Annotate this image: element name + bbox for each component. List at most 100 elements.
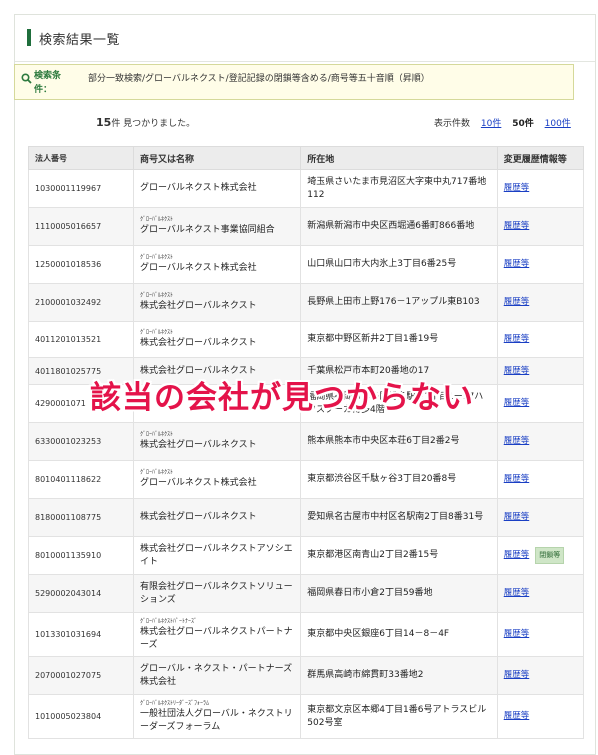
panel-header: 検索結果一覧	[15, 15, 595, 62]
table-row: 8010401118622 ｸﾞﾛｰﾊﾞﾙﾈｸｽﾄ グローバルネクスト株式会社 東京都…	[28, 460, 585, 499]
header-history: 変更履歴情報等	[496, 146, 585, 170]
cell-corporate-number: 1110005016657	[28, 207, 134, 246]
cell-corporate-number: 8010001135910	[28, 536, 134, 575]
title-accent-bar	[27, 29, 31, 46]
history-link[interactable]: 履歴等	[504, 588, 530, 598]
cell-history: 履歴等	[496, 694, 585, 739]
cell-address: 埼玉県さいたま市見沼区大字東中丸717番地112	[300, 169, 498, 208]
result-count-number: 15	[96, 116, 112, 129]
cell-history: 履歴等	[496, 574, 585, 613]
cell-address: 長野県上田市上野176－1アップル東B103	[300, 283, 498, 322]
cell-corporate-number: 8180001108775	[28, 498, 134, 537]
cell-corporate-number: 5290002043014	[28, 574, 134, 613]
table-row: 1010005023804 ｸﾞﾛｰﾊﾞﾙﾈｸｽﾄﾘｰﾀﾞｰｽﾞﾌｫｰﾗﾑ 一般社団…	[28, 694, 585, 739]
name-kana: ｸﾞﾛｰﾊﾞﾙﾈｸｽﾄ	[139, 329, 173, 336]
table-row: 8180001108775 株式会社グローバルネクスト 愛知県名古屋市中村区名駅南2…	[28, 498, 585, 537]
history-link[interactable]: 履歴等	[504, 670, 530, 680]
name-kana: ｸﾞﾛｰﾊﾞﾙﾈｸｽﾄﾘｰﾀﾞｰｽﾞﾌｫｰﾗﾑ	[139, 699, 209, 707]
cell-corporate-number: 6330001023253	[28, 422, 134, 461]
conditions-text: 部分一致検索/グローバルネクスト/登記記録の閉鎖等含める/商号等五十音順（昇順）	[88, 74, 430, 84]
history-link[interactable]: 履歴等	[504, 366, 530, 376]
history-link[interactable]: 履歴等	[504, 398, 530, 408]
name-text: 一般社団法人グローバル・ネクストリーダーズフォーラム	[139, 708, 293, 732]
table-header-row: 法人番号 商号又は名称 所在地 変更履歴情報等	[28, 146, 585, 170]
cell-corporate-number: 2070001027075	[28, 656, 134, 695]
history-link[interactable]: 履歴等	[504, 221, 530, 231]
cell-address: 新潟県新潟市中央区西堀通6番町866番地	[300, 207, 498, 246]
name-text: グローバルネクスト株式会社	[139, 183, 257, 193]
cell-address: 群馬県高崎市綿貫町33番地2	[300, 656, 498, 695]
cell-name: ｸﾞﾛｰﾊﾞﾙﾈｸｽﾄ グローバルネクスト株式会社	[132, 245, 302, 284]
cell-name: ｸﾞﾛｰﾊﾞﾙﾈｸｽﾄ 株式会社グローバルネクスト	[132, 283, 302, 322]
name-kana: ｸﾞﾛｰﾊﾞﾙﾈｸｽﾄ	[139, 431, 173, 438]
cell-corporate-number: 8010401118622	[28, 460, 134, 499]
cell-name: ｸﾞﾛｰﾊﾞﾙﾈｸｽﾄ 株式会社グローバルネクスト	[132, 321, 302, 358]
cell-corporate-number: 1013301031694	[28, 612, 134, 657]
cell-corporate-number: 4011201013521	[28, 321, 134, 358]
search-icon	[21, 69, 32, 84]
cell-name: ｸﾞﾛｰﾊﾞﾙﾈｸｽﾄ グローバルネクスト事業協同組合	[132, 207, 302, 246]
name-kana: ｸﾞﾛｰﾊﾞﾙﾈｸｽﾄ	[139, 469, 173, 476]
per-page-label: 表示件数	[434, 119, 471, 129]
cell-corporate-number: 2100001032492	[28, 283, 134, 322]
cell-name: グローバル・ネクスト・パートナーズ株式会社	[132, 656, 302, 695]
name-text: グローバルネクスト事業協同組合	[139, 225, 275, 235]
name-text: グローバルネクスト株式会社	[139, 263, 257, 273]
history-link[interactable]: 履歴等	[504, 259, 530, 269]
result-count: 15件 見つかりました。	[96, 116, 195, 129]
name-text: 株式会社グローバルネクスト	[139, 301, 257, 311]
cell-name: ｸﾞﾛｰﾊﾞﾙﾈｸｽﾄ グローバルネクスト株式会社	[132, 460, 302, 499]
conditions-label: 検索条件：	[34, 71, 62, 95]
cell-address: 愛知県名古屋市中村区名駅南2丁目8番31号	[300, 498, 498, 537]
cell-address: 東京都中央区銀座6丁目14－8－4F	[300, 612, 498, 657]
cell-history: 履歴等 閉鎖等	[496, 536, 585, 575]
table-row: 6330001023253 ｸﾞﾛｰﾊﾞﾙﾈｸｽﾄ 株式会社グローバルネクスト 熊本県…	[28, 422, 585, 461]
history-link[interactable]: 履歴等	[504, 297, 530, 307]
history-link[interactable]: 履歴等	[504, 711, 530, 721]
name-text: 株式会社グローバルネクストアソシエイト	[139, 543, 293, 567]
search-conditions: 検索条件： 部分一致検索/グローバルネクスト/登記記録の閉鎖等含める/商号等五十…	[14, 64, 574, 100]
cell-name: 株式会社グローバルネクスト	[132, 498, 302, 537]
header-address: 所在地	[300, 146, 498, 170]
history-link[interactable]: 履歴等	[504, 512, 530, 522]
name-kana: ｸﾞﾛｰﾊﾞﾙﾈｸｽﾄ	[139, 254, 173, 261]
history-link[interactable]: 履歴等	[504, 183, 530, 193]
history-link[interactable]: 履歴等	[504, 436, 530, 446]
cell-history: 履歴等	[496, 612, 585, 657]
header-corporate-number: 法人番号	[28, 146, 134, 170]
cell-history: 履歴等	[496, 169, 585, 208]
table-row: 1250001018536 ｸﾞﾛｰﾊﾞﾙﾈｸｽﾄ グローバルネクスト株式会社 山口県…	[28, 245, 585, 284]
cell-address: 東京都文京区本郷4丁目1番6号アトラスビル502号室	[300, 694, 498, 739]
cell-address: 福岡県春日市小倉2丁目59番地	[300, 574, 498, 613]
cell-address: 東京都港区南青山2丁目2番15号	[300, 536, 498, 575]
cell-corporate-number: 1250001018536	[28, 245, 134, 284]
table-row: 5290002043014 有限会社グローバルネクストソリューションズ 福岡県春日市…	[28, 574, 585, 613]
history-link[interactable]: 履歴等	[504, 474, 530, 484]
cell-history: 履歴等	[496, 498, 585, 537]
per-page-selector: 表示件数 10件 50件 100件	[434, 116, 571, 129]
cell-address: 熊本県熊本市中央区本荘6丁目2番2号	[300, 422, 498, 461]
cell-name: ｸﾞﾛｰﾊﾞﾙﾈｸｽﾄﾘｰﾀﾞｰｽﾞﾌｫｰﾗﾑ 一般社団法人グローバル・ネクストリ…	[132, 694, 302, 739]
history-link[interactable]: 履歴等	[504, 334, 530, 344]
cell-history: 履歴等	[496, 245, 585, 284]
cell-address: 東京都中野区新井2丁目1番19号	[300, 321, 498, 358]
cell-address: 東京都渋谷区千駄ヶ谷3丁目20番8号	[300, 460, 498, 499]
result-count-suffix: 件 見つかりました。	[111, 119, 196, 129]
per-page-10-link[interactable]: 10件	[481, 119, 501, 129]
name-kana: ｸﾞﾛｰﾊﾞﾙﾈｸｽﾄﾊﾟｰﾄﾅｰｽﾞ	[139, 617, 197, 625]
per-page-50-current: 50件	[512, 119, 534, 129]
name-text: 株式会社グローバルネクスト	[139, 440, 257, 450]
table-row: 1110005016657 ｸﾞﾛｰﾊﾞﾙﾈｸｽﾄ グローバルネクスト事業協同組合 新…	[28, 207, 585, 246]
cell-name: ｸﾞﾛｰﾊﾞﾙﾈｸｽﾄ 株式会社グローバルネクスト	[132, 422, 302, 461]
history-link[interactable]: 履歴等	[504, 550, 530, 560]
overlay-caption: 該当の会社が見つからない	[90, 380, 474, 416]
history-link[interactable]: 履歴等	[504, 629, 530, 639]
name-kana: ｸﾞﾛｰﾊﾞﾙﾈｸｽﾄ	[139, 216, 173, 223]
per-page-100-link[interactable]: 100件	[545, 119, 571, 129]
name-kana: ｸﾞﾛｰﾊﾞﾙﾈｸｽﾄ	[139, 292, 173, 299]
name-text: 株式会社グローバルネクスト	[139, 512, 257, 522]
table-row: 8010001135910 株式会社グローバルネクストアソシエイト 東京都港区南青山…	[28, 536, 585, 575]
cell-corporate-number: 1030001119967	[28, 169, 134, 208]
cell-address: 山口県山口市大内氷上3丁目6番25号	[300, 245, 498, 284]
cell-name: ｸﾞﾛｰﾊﾞﾙﾈｸｽﾄﾊﾟｰﾄﾅｰｽﾞ 株式会社グローバルネクストパートナーズ	[132, 612, 302, 657]
